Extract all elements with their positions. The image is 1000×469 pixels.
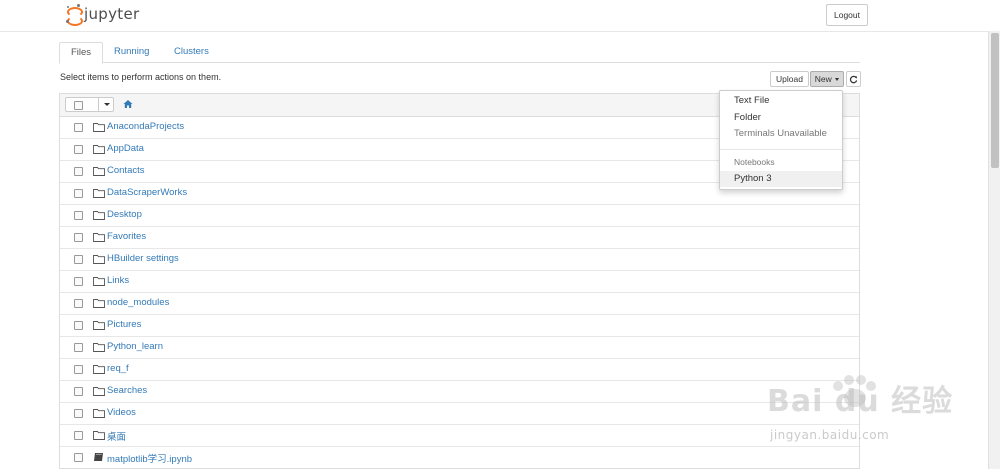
file-name-link[interactable]: AnacondaProjects xyxy=(107,121,184,132)
top-header: jupyter Logout xyxy=(0,0,988,32)
folder-icon xyxy=(93,276,105,286)
folder-icon xyxy=(93,364,105,374)
file-row[interactable]: Videos xyxy=(60,402,859,424)
select-all-dropdown[interactable] xyxy=(65,97,114,112)
upload-button[interactable]: Upload xyxy=(770,71,809,87)
row-checkbox[interactable] xyxy=(74,255,83,264)
file-row[interactable]: node_modules xyxy=(60,292,859,314)
page-scrollbar[interactable] xyxy=(988,31,1000,469)
file-name-link[interactable]: DataScraperWorks xyxy=(107,187,187,198)
row-checkbox[interactable] xyxy=(74,123,83,132)
row-checkbox[interactable] xyxy=(74,145,83,154)
file-name-link[interactable]: HBuilder settings xyxy=(107,253,179,264)
folder-icon xyxy=(93,144,105,154)
file-name-link[interactable]: Desktop xyxy=(107,209,142,220)
folder-icon xyxy=(93,188,105,198)
file-name-link[interactable]: Searches xyxy=(107,385,147,396)
tab-clusters[interactable]: Clusters xyxy=(174,42,209,62)
row-checkbox[interactable] xyxy=(74,365,83,374)
file-name-link[interactable]: 桌面 xyxy=(107,429,126,443)
folder-icon xyxy=(93,254,105,264)
folder-icon xyxy=(93,122,105,132)
folder-icon xyxy=(93,166,105,176)
file-row[interactable]: Searches xyxy=(60,380,859,402)
row-checkbox[interactable] xyxy=(74,409,83,418)
file-name-link[interactable]: node_modules xyxy=(107,297,169,308)
folder-icon xyxy=(93,342,105,352)
file-name-link[interactable]: Contacts xyxy=(107,165,145,176)
file-name-link[interactable]: Favorites xyxy=(107,231,146,242)
row-checkbox[interactable] xyxy=(74,233,83,242)
file-name-link[interactable]: Links xyxy=(107,275,129,286)
folder-icon xyxy=(93,232,105,242)
file-name-link[interactable]: Python_learn xyxy=(107,341,163,352)
file-row[interactable]: matplotlib学习.ipynb xyxy=(60,446,859,468)
file-row[interactable]: HBuilder settings xyxy=(60,248,859,270)
logo-text: jupyter xyxy=(84,5,140,23)
row-checkbox[interactable] xyxy=(74,277,83,286)
chevron-down-icon[interactable] xyxy=(104,103,110,106)
row-checkbox[interactable] xyxy=(74,343,83,352)
menu-item-folder[interactable]: Folder xyxy=(720,110,842,126)
file-name-link[interactable]: matplotlib学习.ipynb xyxy=(107,451,192,465)
menu-section-notebooks: Notebooks xyxy=(734,157,775,167)
tab-files[interactable]: Files xyxy=(59,42,103,64)
selection-instruction: Select items to perform actions on them. xyxy=(60,72,222,82)
menu-item-python3[interactable]: Python 3 xyxy=(720,171,842,187)
home-icon[interactable] xyxy=(123,99,133,109)
menu-item-terminals-unavailable: Terminals Unavailable xyxy=(734,128,827,139)
menu-item-text-file[interactable]: Text File xyxy=(720,93,842,109)
new-dropdown-menu: Text File Folder Terminals Unavailable N… xyxy=(719,90,843,190)
row-checkbox[interactable] xyxy=(74,321,83,330)
menu-divider xyxy=(720,149,842,150)
row-checkbox[interactable] xyxy=(74,211,83,220)
row-checkbox[interactable] xyxy=(74,387,83,396)
row-checkbox[interactable] xyxy=(74,431,83,440)
caret-down-icon xyxy=(835,78,840,82)
refresh-icon xyxy=(849,76,858,84)
file-name-link[interactable]: req_f xyxy=(107,363,129,374)
jupyter-logo[interactable]: jupyter xyxy=(66,4,140,26)
file-row[interactable]: 桌面 xyxy=(60,424,859,446)
file-name-link[interactable]: Pictures xyxy=(107,319,141,330)
file-row[interactable]: Pictures xyxy=(60,314,859,336)
watermark-text: Bai du 经验 xyxy=(767,384,954,419)
folder-icon xyxy=(93,210,105,220)
file-name-link[interactable]: Videos xyxy=(107,407,136,418)
watermark-url: jingyan.baidu.com xyxy=(770,428,890,442)
file-row[interactable]: Python_learn xyxy=(60,336,859,358)
row-checkbox[interactable] xyxy=(74,189,83,198)
refresh-button[interactable] xyxy=(846,71,861,87)
jupyter-logo-icon xyxy=(66,4,83,26)
new-button-label: New xyxy=(814,74,832,84)
file-row[interactable]: Favorites xyxy=(60,226,859,248)
file-row[interactable]: Desktop xyxy=(60,204,859,226)
folder-icon xyxy=(93,386,105,396)
file-row[interactable]: req_f xyxy=(60,358,859,380)
row-checkbox[interactable] xyxy=(74,453,83,462)
row-checkbox[interactable] xyxy=(74,167,83,176)
folder-icon xyxy=(93,408,105,418)
folder-icon xyxy=(93,430,105,440)
select-all-checkbox[interactable] xyxy=(74,101,83,110)
row-checkbox[interactable] xyxy=(74,299,83,308)
folder-icon xyxy=(93,298,105,308)
scrollbar-thumb[interactable] xyxy=(991,33,999,168)
file-name-link[interactable]: AppData xyxy=(107,143,144,154)
notebook-icon xyxy=(93,452,105,462)
tab-bar: Files Running Clusters xyxy=(59,42,860,64)
tab-running[interactable]: Running xyxy=(114,42,149,62)
folder-icon xyxy=(93,320,105,330)
new-dropdown-button[interactable]: New xyxy=(810,71,844,87)
logout-button[interactable]: Logout xyxy=(826,4,868,26)
file-row[interactable]: Links xyxy=(60,270,859,292)
